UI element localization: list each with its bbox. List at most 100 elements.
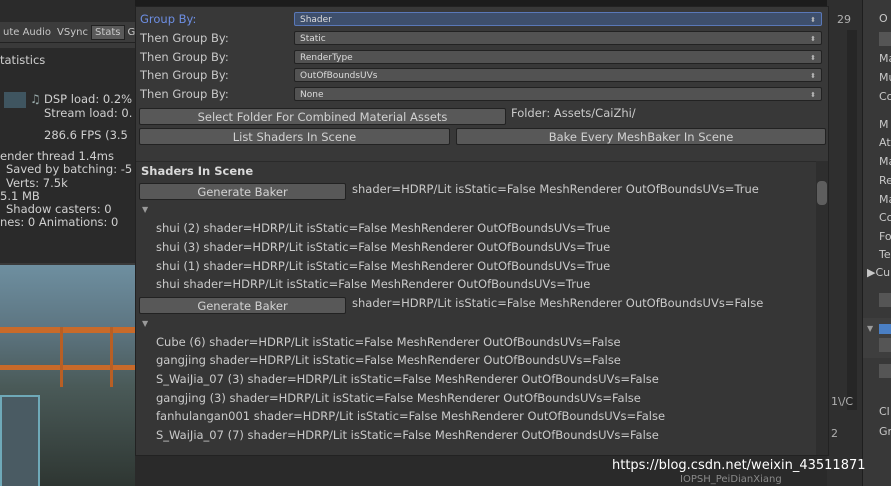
watermark-url: https://blog.csdn.net/weixin_43511871 [612,458,866,473]
list-shaders-button[interactable]: List Shaders In Scene [139,128,450,145]
group-by-label: Group By: [140,12,197,26]
gizmos-toggle[interactable]: G [125,27,136,38]
audio-icon [4,92,26,108]
railing-post [110,327,113,387]
railing [0,365,135,370]
foldout-arrow-icon[interactable]: ▼ [142,205,148,214]
group-header: shader=HDRP/Lit isStatic=False MeshRende… [352,182,759,196]
then-group-by-label: Then Group By: [140,31,229,45]
scene-render [0,265,135,486]
inspector-label: M [879,118,889,131]
bake-every-meshbaker-button[interactable]: Bake Every MeshBaker In Scene [456,128,826,145]
inspector-field[interactable] [879,32,891,46]
dsp-load: DSP load: 0.2% [44,92,133,106]
shaders-section-title: Shaders In Scene [141,164,254,178]
inspector-label: Cu [875,266,891,279]
stream-load: Stream load: 0. [44,106,133,120]
then-group-by-dropdown-2[interactable]: RenderType ⬍ [294,50,822,64]
inspector-label: Fo [879,230,891,243]
inspector-label: Re [879,174,891,187]
fps-readout: 286.6 FPS (3.5 [44,128,128,142]
machine-object [0,395,40,486]
saved-by-batching: Saved by batching: -5 [6,162,133,176]
railing-post [60,327,63,387]
then-group-by-label: Then Group By: [140,68,229,82]
dropdown-arrow-icon: ⬍ [810,54,816,62]
list-item[interactable]: S_WaiJia_07 (3) shader=HDRP/Lit isStatic… [156,372,659,386]
generate-baker-button[interactable]: Generate Baker [139,297,346,314]
vc-label: 1\/C [831,395,854,408]
list-item[interactable]: shui (3) shader=HDRP/Lit isStatic=False … [156,240,610,254]
dropdown-arrow-icon: ⬍ [810,16,816,24]
inspector-label: Co [879,211,891,224]
scrollbar-thumb[interactable] [817,181,827,205]
statistics-panel: tatistics ♫ DSP load: 0.2% Stream load: … [0,48,135,263]
speaker-icon: ♫ [30,92,41,106]
dropdown-arrow-icon: ⬍ [810,91,816,99]
verts-count: Verts: 7.5k [6,176,68,190]
side-scrollbar[interactable] [847,30,857,410]
group-header: shader=HDRP/Lit isStatic=False MeshRende… [352,296,764,310]
game-view: ute Audio VSync Stats G tatistics ♫ DSP … [0,0,135,486]
list-item[interactable]: S_WaiJia_07 (7) shader=HDRP/Lit isStatic… [156,428,659,442]
select-folder-button[interactable]: Select Folder For Combined Material Asse… [139,108,506,125]
shadow-casters: Shadow casters: 0 [6,202,112,216]
inspector-label: Ma [879,193,891,206]
side-panel-strip: 29 1\/C 2 [827,0,862,486]
inspector-label: O [879,12,888,25]
inspector-label: Gr [879,425,891,438]
dropdown-value: Shader [300,15,332,25]
inspector-field[interactable] [879,364,891,378]
list-item[interactable]: Cube (6) shader=HDRP/Lit isStatic=False … [156,335,621,349]
inspector-label: At [879,136,891,149]
folder-path-label: Folder: Assets/CaiZhi/ [511,106,636,120]
inspector-field[interactable] [879,338,891,352]
list-item[interactable]: fanhulangan001 shader=HDRP/Lit isStatic=… [156,409,665,423]
dropdown-value: None [300,90,324,100]
caret-down-icon[interactable]: ▼ [867,324,873,333]
then-group-by-label: Then Group By: [140,87,229,101]
game-view-toolbar: ute Audio VSync Stats G [0,22,135,43]
list-item[interactable]: shui shader=HDRP/Lit isStatic=False Mesh… [156,277,590,291]
then-group-by-dropdown-4[interactable]: None ⬍ [294,87,822,101]
bottom-number: 2 [831,427,838,440]
stats-toggle[interactable]: Stats [90,24,125,40]
count-label: 29 [837,13,851,26]
dropdown-value: OutOfBoundsUVs [300,71,378,81]
dropdown-value: Static [300,34,326,44]
statistics-title: tatistics [0,53,46,67]
hierarchy-item-faint: IOPSH_PeiDianXiang [680,474,782,485]
dropdown-value: RenderType [300,53,353,63]
inspector-foldout[interactable]: ▶Cu [867,266,890,279]
memory-size: 5.1 MB [0,189,40,203]
list-item[interactable]: gangjing shader=HDRP/Lit isStatic=False … [156,353,621,367]
list-item[interactable]: shui (1) shader=HDRP/Lit isStatic=False … [156,259,610,273]
inspector-label: Co [879,90,891,103]
railing [0,327,135,333]
inspector-label: Mu [879,71,891,84]
list-item[interactable]: gangjing (3) shader=HDRP/Lit isStatic=Fa… [156,391,641,405]
animations-count: nes: 0 Animations: 0 [0,215,119,229]
mute-audio-toggle[interactable]: ute Audio [0,27,54,38]
foldout-arrow-icon[interactable]: ▼ [142,319,148,328]
inspector-label: Te [879,248,891,261]
then-group-by-dropdown-3[interactable]: OutOfBoundsUVs ⬍ [294,68,822,82]
list-item[interactable]: shui (2) shader=HDRP/Lit isStatic=False … [156,221,610,235]
generate-baker-button[interactable]: Generate Baker [139,183,346,200]
game-view-tabbar [0,0,135,22]
dropdown-arrow-icon: ⬍ [810,35,816,43]
vertical-scrollbar[interactable] [816,161,828,455]
inspector-label: Ma [879,52,891,65]
inspector-label: Cl [879,405,890,418]
render-thread: ender thread 1.4ms [0,149,114,163]
group-by-dropdown[interactable]: Shader ⬍ [294,12,822,26]
vsync-toggle[interactable]: VSync [54,27,91,38]
meshbaker-window: Group By: Shader ⬍ Then Group By: Static… [135,6,829,456]
inspector-button[interactable] [879,293,891,307]
inspector-panel: O Ma Mu Co M At Ma Re Ma Co Fo Te ▶Cu ▼ … [862,0,891,486]
inspector-label: Ma [879,155,891,168]
then-group-by-label: Then Group By: [140,50,229,64]
component-icon [879,324,891,334]
then-group-by-dropdown-1[interactable]: Static ⬍ [294,31,822,45]
dropdown-arrow-icon: ⬍ [810,72,816,80]
